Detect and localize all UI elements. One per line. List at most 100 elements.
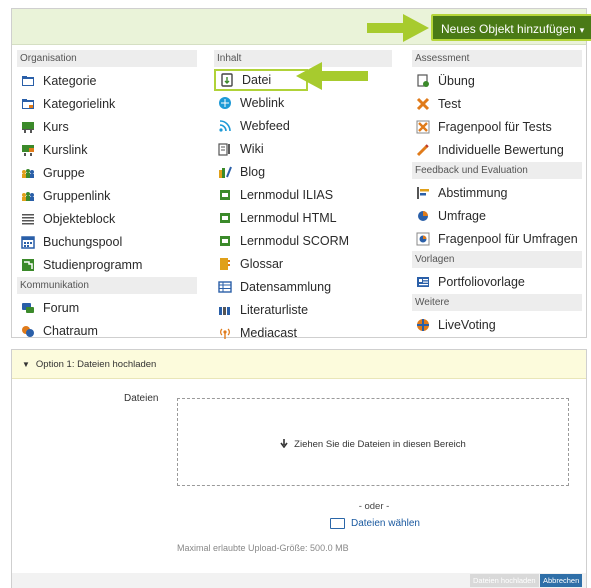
cancel-button[interactable]: Abbrechen [540, 574, 583, 587]
menu-item-umfrage[interactable]: Umfrage [412, 204, 582, 227]
menu-item-label: Individuelle Bewertung [438, 142, 564, 157]
menu-item-kategorie[interactable]: Kategorie [17, 69, 197, 92]
pencil-icon [416, 143, 430, 157]
group-header-vorlagen: Vorlagen [412, 251, 582, 268]
data-collection-icon [218, 280, 232, 294]
file-dropzone[interactable]: Ziehen Sie die Dateien in diesen Bereich [177, 398, 569, 486]
menu-item-kategorielink[interactable]: Kategorielink [17, 92, 197, 115]
group-header-organisation: Organisation [17, 50, 197, 67]
menu-item-label: Kurslink [43, 142, 88, 157]
menu-item-label: Lernmodul SCORM [240, 233, 350, 248]
menu-item-gruppenlink[interactable]: Gruppenlink [17, 184, 197, 207]
add-new-object-button[interactable]: Neues Objekt hinzufügen ▾ [431, 14, 591, 41]
menu-item-buchungspool[interactable]: Buchungspool [17, 230, 197, 253]
portfolio-template-icon [416, 275, 430, 289]
column-organisation: Organisation Kategorie Kategorielink Kur… [17, 50, 197, 342]
learning-module-scorm-icon [218, 234, 232, 248]
menu-item-studienprogramm[interactable]: Studienprogramm [17, 253, 197, 276]
upload-files-button[interactable]: Dateien hochladen [470, 574, 539, 587]
upload-section-title: Option 1: Dateien hochladen [35, 359, 157, 370]
menu-item-lernmodul-ilias[interactable]: Lernmodul ILIAS [214, 183, 392, 206]
menu-item-label: Fragenpool für Umfragen [438, 231, 578, 246]
menu-item-label: Mediacast [240, 325, 297, 340]
group-header-weitere: Weitere [412, 294, 582, 311]
menu-item-label: Test [438, 96, 461, 111]
menu-item-kurslink[interactable]: Kurslink [17, 138, 197, 161]
menu-item-label: Blog [240, 164, 266, 179]
menu-item-literaturliste[interactable]: Literaturliste [214, 298, 392, 321]
menu-item-label: Gruppenlink [43, 188, 111, 203]
exercise-icon [416, 73, 430, 88]
forum-icon [21, 301, 35, 315]
course-link-icon [21, 143, 35, 157]
menu-item-forum[interactable]: Forum [17, 296, 197, 319]
menu-item-blog[interactable]: Blog [214, 160, 392, 183]
form-footer: Dateien hochladen Abbrechen [12, 573, 586, 588]
menu-item-mediacast[interactable]: Mediacast [214, 321, 392, 344]
dropzone-text: Ziehen Sie die Dateien in diesen Bereich [294, 439, 466, 450]
menu-item-weblink[interactable]: Weblink [214, 91, 392, 114]
menu-item-label: Glossar [240, 256, 284, 271]
weblink-icon [218, 96, 232, 110]
menu-item-gruppe[interactable]: Gruppe [17, 161, 197, 184]
menu-item-webfeed[interactable]: Webfeed [214, 114, 392, 137]
menu-item-lernmodul-html[interactable]: Lernmodul HTML [214, 206, 392, 229]
survey-pool-icon [416, 232, 430, 246]
menu-item-wiki[interactable]: Wiki [214, 137, 392, 160]
upload-section-header[interactable]: ▼ Option 1: Dateien hochladen [12, 350, 586, 379]
file-icon [220, 73, 234, 87]
choose-files-link[interactable]: Dateien wählen [330, 518, 420, 529]
menu-item-abstimmung[interactable]: Abstimmung [412, 181, 582, 204]
menu-item-label: Chatraum [43, 323, 98, 338]
menu-item-label: Webfeed [240, 118, 290, 133]
add-new-object-label: Neues Objekt hinzufügen [441, 22, 576, 36]
poll-icon [416, 186, 430, 200]
test-icon [416, 97, 430, 111]
study-program-icon [21, 258, 35, 272]
menu-item-fragenpool-tests[interactable]: Fragenpool für Tests [412, 115, 582, 138]
menu-item-lernmodul-scorm[interactable]: Lernmodul SCORM [214, 229, 392, 252]
menu-item-test[interactable]: Test [412, 92, 582, 115]
menu-item-label: Kurs [43, 119, 69, 134]
menu-item-glossar[interactable]: Glossar [214, 252, 392, 275]
menu-item-label: Objekteblock [43, 211, 116, 226]
category-link-icon [21, 97, 35, 111]
group-link-icon [21, 189, 35, 203]
learning-module-icon [218, 188, 232, 202]
course-icon [21, 120, 35, 134]
menu-item-fragenpool-umfragen[interactable]: Fragenpool für Umfragen [412, 227, 582, 250]
collapse-triangle-icon: ▼ [22, 360, 30, 369]
column-assessment: Assessment Übung Test Fragenpool für Tes… [412, 50, 582, 336]
menu-item-label: Portfoliovorlage [438, 274, 525, 289]
menu-item-label: Datei [242, 73, 272, 87]
menu-item-uebung[interactable]: Übung [412, 69, 582, 92]
caret-down-icon: ▾ [579, 25, 585, 35]
pointer-arrow-icon [296, 62, 368, 90]
learning-module-html-icon [218, 211, 232, 225]
menu-item-kurs[interactable]: Kurs [17, 115, 197, 138]
new-object-panel: Neues Objekt hinzufügen ▾ Organisation Ka… [11, 8, 591, 340]
wiki-icon [218, 142, 232, 156]
bibliography-icon [218, 303, 232, 317]
menu-item-label: Literaturliste [240, 302, 309, 317]
menu-item-label: Lernmodul ILIAS [240, 187, 334, 202]
dropzone-hint: Ziehen Sie die Dateien in diesen Bereich [178, 439, 568, 450]
menu-item-objekteblock[interactable]: Objekteblock [17, 207, 197, 230]
survey-icon [416, 209, 430, 223]
blog-icon [218, 165, 232, 179]
files-field-label: Dateien [124, 393, 159, 404]
menu-item-label: Datensammlung [240, 279, 332, 294]
menu-item-datei[interactable]: Datei [214, 69, 308, 91]
menu-item-chatraum[interactable]: Chatraum [17, 319, 197, 342]
or-separator: - oder - [358, 501, 390, 512]
menu-item-datensammlung[interactable]: Datensammlung [214, 275, 392, 298]
rss-icon [218, 119, 232, 133]
menu-item-individuelle-bewertung[interactable]: Individuelle Bewertung [412, 138, 582, 161]
choose-files-label: Dateien wählen [351, 518, 420, 529]
pointer-arrow-icon [367, 14, 429, 42]
menu-item-label: Buchungspool [43, 234, 123, 249]
folder-icon [330, 518, 345, 529]
menu-item-portfoliovorlage[interactable]: Portfoliovorlage [412, 270, 582, 293]
menu-item-livevoting[interactable]: LiveVoting [412, 313, 582, 336]
group-header-kommunikation: Kommunikation [17, 277, 197, 294]
